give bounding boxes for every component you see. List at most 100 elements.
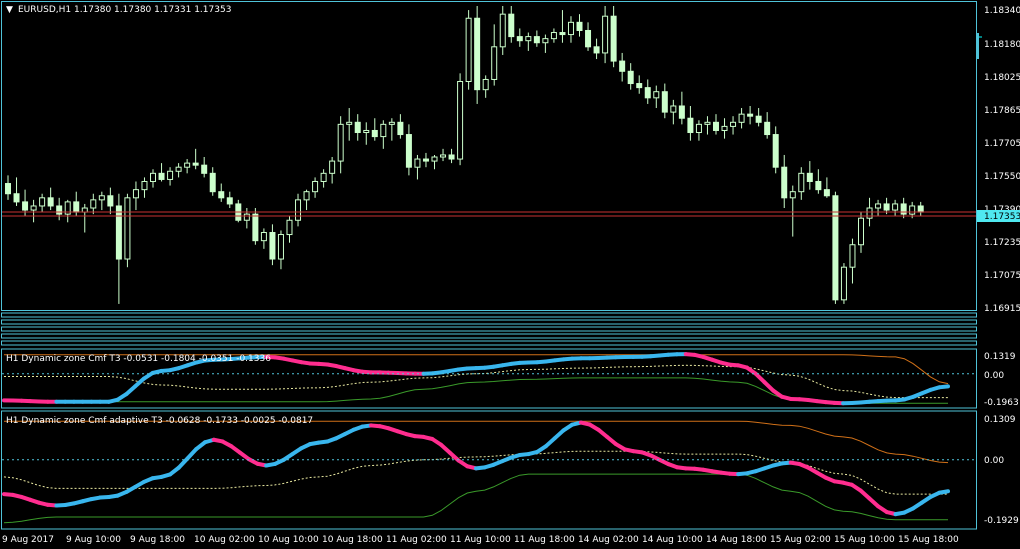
candle-body: [209, 172, 216, 193]
time-tick: 15 Aug 02:00: [770, 535, 831, 545]
candle-body: [567, 21, 574, 36]
candle-body: [81, 207, 88, 213]
candle-body: [56, 205, 63, 215]
candle-body: [550, 32, 557, 40]
candle-body: [226, 197, 233, 205]
candle-body: [508, 13, 515, 38]
time-tick: 14 Aug 10:00: [642, 535, 703, 545]
time-tick: 14 Aug 02:00: [578, 535, 639, 545]
candle-body: [712, 121, 719, 131]
empty-subwindow-5: [1, 340, 977, 346]
candle-body: [798, 172, 805, 193]
scroll-marker[interactable]: [976, 33, 979, 59]
candle-body: [431, 156, 438, 162]
candle-body: [900, 203, 907, 215]
candle-body: [533, 36, 540, 44]
candle-body: [516, 36, 523, 42]
candle-body: [201, 164, 208, 174]
candle-body: [440, 154, 447, 158]
candle-body: [397, 121, 404, 136]
candle-body: [747, 113, 754, 117]
time-tick: 9 Aug 2017: [2, 535, 54, 545]
time-tick: 14 Aug 18:00: [706, 535, 767, 545]
candle-body: [448, 154, 455, 160]
price-scale[interactable]: 1.18340 1.18180 1.18025 1.17865 1.17705 …: [977, 6, 1020, 314]
indicator2-panel[interactable]: [1, 410, 977, 530]
ind2-tick: 0.00: [984, 456, 1004, 466]
empty-subwindow-2: [1, 319, 977, 325]
time-axis[interactable]: 9 Aug 2017 9 Aug 10:00 9 Aug 18:00 10 Au…: [2, 535, 959, 545]
candle-body: [789, 191, 796, 199]
time-tick: 9 Aug 10:00: [66, 535, 121, 545]
candle-body: [909, 205, 916, 215]
candle-body: [363, 129, 370, 134]
cmf-line-segment: [937, 384, 950, 390]
candle-body: [98, 195, 105, 201]
time-tick: 15 Aug 10:00: [834, 535, 895, 545]
candle-body: [644, 87, 651, 99]
time-tick: 15 Aug 18:00: [898, 535, 959, 545]
current-price-label: 1.17353: [984, 212, 1020, 222]
ind1-tick: 0.1319: [984, 352, 1016, 362]
candle-body: [815, 180, 822, 191]
price-tick: 1.18025: [984, 73, 1020, 83]
candle-body: [380, 123, 387, 138]
time-tick: 9 Aug 18:00: [130, 535, 185, 545]
collapse-arrow-icon[interactable]: ▼: [6, 5, 13, 15]
candle-body: [559, 32, 566, 36]
candle-body: [260, 232, 267, 242]
candle-body: [47, 197, 54, 207]
zone-upper-line: [4, 420, 949, 464]
price-tick: 1.17865: [984, 106, 1020, 116]
price-tick: 1.18340: [984, 6, 1020, 16]
price-tick: 1.18180: [984, 40, 1020, 50]
empty-subwindow-4: [1, 333, 977, 339]
candle-body: [303, 191, 310, 201]
candle-body: [772, 134, 779, 168]
symbol-title: EURUSD,H1 1.17380 1.17380 1.17331 1.1735…: [18, 5, 231, 15]
candle-body: [132, 189, 139, 199]
price-tick: 1.17075: [984, 271, 1020, 281]
candle-body: [388, 121, 395, 125]
candle-body: [286, 219, 293, 236]
trading-chart[interactable]: ▼ EURUSD,H1 1.17380 1.17380 1.17331 1.17…: [0, 0, 1020, 549]
candle-body: [687, 117, 694, 134]
candle-body: [755, 115, 762, 123]
candle-body: [150, 172, 157, 182]
candle-body: [670, 105, 677, 113]
candle-body: [636, 83, 643, 89]
ind1-tick: -0.1963: [984, 398, 1019, 408]
candle-body: [184, 162, 191, 168]
candle-body: [175, 166, 182, 172]
candles-layer: [5, 6, 924, 304]
candle-body: [354, 121, 361, 134]
candle-body: [312, 180, 319, 193]
ind1-tick: 0.00: [984, 371, 1004, 381]
candle-body: [141, 180, 148, 191]
candle-body: [474, 17, 481, 91]
candle-body: [115, 205, 122, 260]
indicator2-scale: 0.1309 0.00 -0.1929: [984, 415, 1019, 526]
time-tick: 10 Aug 10:00: [258, 535, 319, 545]
candle-body: [823, 189, 830, 197]
candle-body: [491, 46, 498, 80]
candle-body: [576, 21, 583, 31]
time-tick: 11 Aug 18:00: [514, 535, 575, 545]
candle-body: [414, 158, 421, 168]
candle-body: [653, 91, 660, 99]
candle-body: [269, 232, 276, 260]
time-tick: 11 Aug 02:00: [386, 535, 447, 545]
candle-body: [243, 213, 250, 221]
empty-subwindow-1: [1, 312, 977, 318]
candle-body: [73, 201, 80, 213]
candle-body: [124, 197, 131, 260]
candle-body: [585, 29, 592, 48]
ind2-tick: -0.1929: [984, 516, 1019, 526]
candle-body: [167, 170, 174, 180]
candle-body: [39, 197, 46, 207]
candle-body: [858, 217, 864, 246]
price-panel[interactable]: [1, 1, 977, 311]
candle-body: [627, 70, 634, 85]
zone-mid-line: [3, 450, 948, 495]
candle-body: [277, 234, 284, 260]
